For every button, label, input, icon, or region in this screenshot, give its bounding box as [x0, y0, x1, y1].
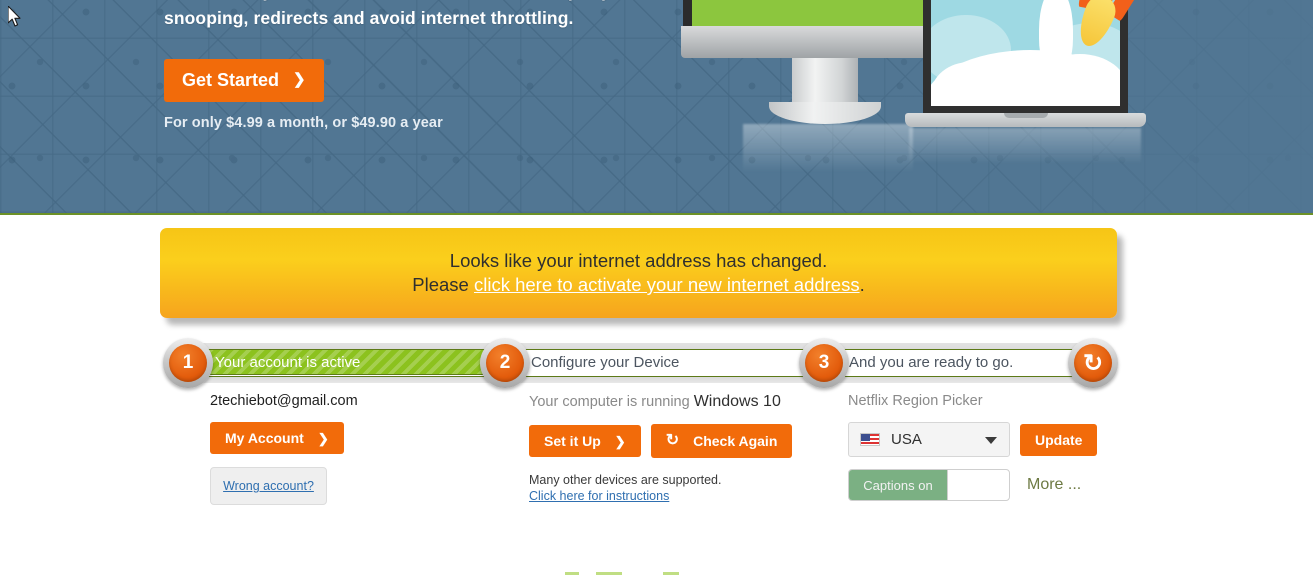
- country-select-value: USA: [891, 431, 922, 448]
- laptop-base: [905, 113, 1146, 127]
- step-3-number: 3: [805, 344, 843, 382]
- hero-illustration: [681, 0, 1154, 200]
- account-column: 2techiebot@gmail.com My Account ❯ Wrong …: [210, 393, 358, 505]
- instructions-link[interactable]: Click here for instructions: [529, 488, 792, 504]
- internet-address-changed-banner: Looks like your internet address has cha…: [160, 228, 1117, 318]
- step-2-label: Configure your Device: [531, 354, 680, 371]
- refresh-icon: ↻: [1074, 344, 1112, 382]
- chevron-right-icon: ❯: [317, 430, 329, 446]
- set-it-up-button[interactable]: Set it Up ❯: [529, 425, 641, 457]
- step-2-number: 2: [486, 344, 524, 382]
- get-started-button[interactable]: Get Started ❯: [164, 59, 324, 102]
- step-3-node[interactable]: 3: [799, 338, 849, 388]
- set-it-up-label: Set it Up: [544, 433, 601, 449]
- my-account-label: My Account: [225, 430, 304, 446]
- region-column: Netflix Region Picker USA Update Caption…: [848, 393, 1098, 501]
- monitor-neck: [792, 58, 858, 108]
- usa-flag-icon: [860, 433, 880, 446]
- laptop-reflection: [909, 128, 1141, 164]
- refresh-icon: ↻: [665, 432, 680, 449]
- refresh-status-button[interactable]: ↻: [1068, 338, 1118, 388]
- captions-toggle-label: Captions on: [849, 470, 947, 500]
- device-column: Your computer is running Windows 10 Set …: [529, 393, 793, 504]
- os-name: Windows 10: [693, 393, 781, 410]
- update-button[interactable]: Update: [1020, 423, 1098, 456]
- notice-prefix: Please: [412, 274, 474, 295]
- hero-copy: Us. Access your favorite websites withou…: [164, 0, 684, 32]
- monitor-foot: [769, 102, 881, 124]
- update-label: Update: [1035, 431, 1083, 448]
- step-1-node[interactable]: 1: [163, 338, 213, 388]
- my-account-button[interactable]: My Account ❯: [210, 422, 344, 454]
- notice-line-1: Looks like your internet address has cha…: [449, 250, 828, 271]
- chevron-right-icon: ❯: [614, 433, 626, 449]
- country-select[interactable]: USA: [848, 422, 1010, 457]
- account-email: 2techiebot@gmail.com: [210, 393, 358, 409]
- device-os-line: Your computer is running Windows 10: [529, 393, 792, 411]
- pricing-note: For only $4.99 a month, or $49.90 a year: [164, 115, 443, 131]
- wrong-account-box[interactable]: Wrong account?: [210, 467, 327, 505]
- notice-suffix: .: [859, 274, 865, 295]
- hero-banner: Us. Access your favorite websites withou…: [0, 0, 1313, 215]
- wrong-account-link[interactable]: Wrong account?: [223, 479, 314, 493]
- check-again-button[interactable]: ↻ Check Again: [650, 424, 793, 458]
- captions-toggle[interactable]: Captions on: [848, 469, 1010, 501]
- captions-row: Captions on More ...: [848, 469, 1097, 501]
- devices-supported-text: Many other devices are supported.: [529, 473, 722, 487]
- region-actions: USA Update: [848, 422, 1098, 457]
- step-1-label: Your account is active: [215, 354, 361, 371]
- activate-address-link[interactable]: click here to activate your new internet…: [474, 274, 860, 295]
- hero-headline-line-2: snooping, redirects and avoid internet t…: [164, 8, 574, 28]
- step-2-node[interactable]: 2: [480, 338, 530, 388]
- monitor-reflection: [743, 124, 913, 172]
- account-actions: My Account ❯: [210, 422, 358, 454]
- region-picker-title: Netflix Region Picker: [848, 393, 983, 409]
- get-started-label: Get Started: [182, 70, 280, 90]
- captions-toggle-knob[interactable]: [947, 470, 1009, 500]
- step-1-number: 1: [169, 344, 207, 382]
- other-devices-note: Many other devices are supported. Click …: [529, 472, 792, 504]
- setup-progress-bar: Your account is active Configure your De…: [163, 338, 1118, 388]
- chevron-right-icon: ❯: [293, 70, 306, 88]
- step-3-label: And you are ready to go.: [849, 354, 1014, 371]
- running-prefix: Your computer is running: [529, 394, 694, 410]
- check-again-label: Check Again: [693, 433, 778, 449]
- page-root: Us. Access your favorite websites withou…: [0, 0, 1315, 575]
- notice-line-2: Please click here to activate your new i…: [412, 273, 864, 297]
- device-actions: Set it Up ❯ ↻ Check Again: [529, 424, 793, 458]
- chevron-down-icon: [985, 436, 997, 444]
- more-link[interactable]: More ...: [1027, 476, 1081, 494]
